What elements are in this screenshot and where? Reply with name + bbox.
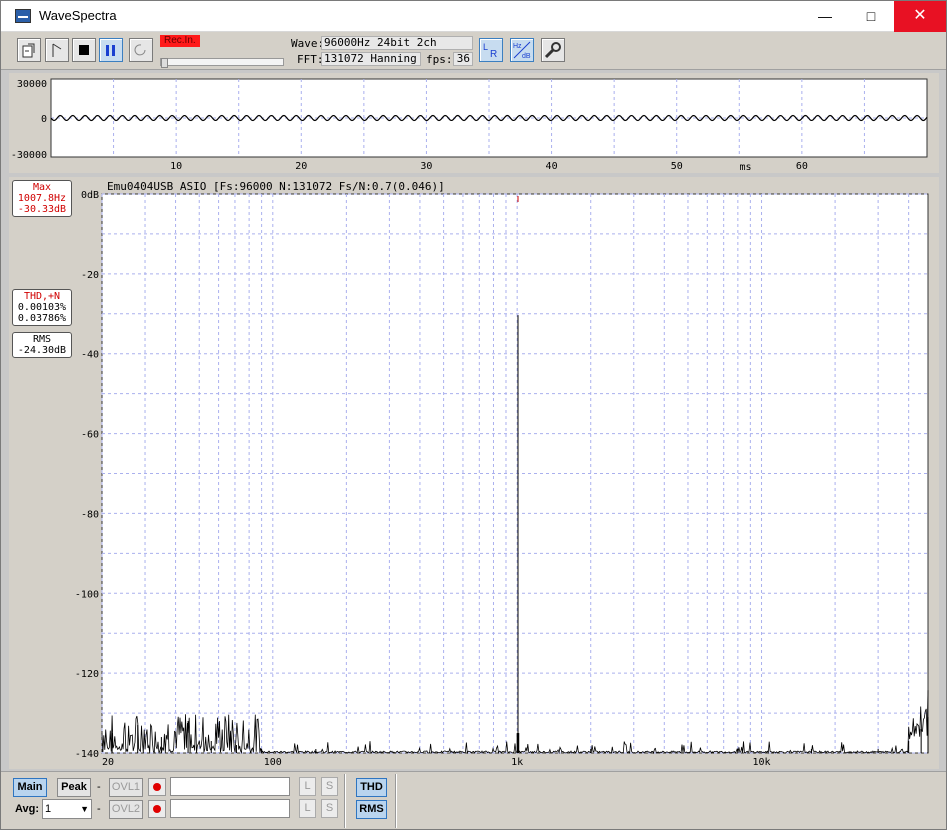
waveform-plot: 30000 0 -30000 10 20 30 40 50 60 ms — [9, 73, 939, 173]
spectrum-x-tick-label: 100 — [264, 757, 282, 768]
loop-button[interactable] — [129, 38, 153, 62]
rms-value: -24.30dB — [17, 345, 67, 356]
settings-button[interactable] — [541, 38, 565, 62]
hz-db-scale-icon: Hz dB — [513, 41, 531, 60]
scope-x-tick-label: 60 — [796, 161, 808, 172]
svg-text:Hz: Hz — [513, 43, 522, 50]
spectrum-x-tick-label: 20 — [102, 757, 114, 768]
max-title: Max — [32, 182, 52, 193]
fps-label: fps: — [426, 53, 453, 66]
open-file-button[interactable] — [17, 38, 41, 62]
max-frequency: 1007.8Hz — [17, 193, 67, 204]
ovl1-save-button[interactable]: S — [321, 777, 338, 796]
spectrum-y-tick-label: -120 — [75, 669, 99, 680]
ovl1-button[interactable]: OVL1 — [109, 778, 143, 797]
thd-readout: THD,+N 0.00103% 0.03786% — [12, 289, 72, 326]
fft-label: FFT: — [297, 53, 324, 66]
rec-input-badge: Rec.In. — [160, 35, 200, 47]
spectrum-y-tick-label: -60 — [81, 430, 99, 441]
scope-x-tick-label: 10 — [170, 161, 182, 172]
avg-select[interactable]: 1 ▼ — [42, 799, 92, 819]
spectrum-y-tick-label: -100 — [75, 589, 99, 600]
dash-separator: - — [97, 781, 101, 793]
peak-button[interactable]: Peak — [57, 778, 91, 797]
spectrum-chart: 0dB -20 -40 -60 -80 -100 -120 -14020 100 1k 10k — [9, 177, 939, 769]
pause-icon — [106, 45, 115, 56]
lr-channel-icon: L R — [483, 42, 497, 60]
rms-button[interactable]: RMS — [356, 800, 387, 819]
ovl1-record-button[interactable] — [148, 778, 166, 796]
dash-separator-2: - — [97, 803, 101, 815]
scope-x-tick-label: 30 — [420, 161, 432, 172]
toolbar: Rec.In. Wave: 96000Hz 24bit 2ch FFT: 131… — [1, 32, 946, 70]
wrench-icon — [544, 42, 561, 59]
thd-value: 0.00103% — [17, 302, 67, 313]
stop-icon — [79, 45, 89, 55]
spectrum-x-tick-label: 10k — [752, 757, 770, 768]
wave-format-value: 96000Hz 24bit 2ch — [321, 36, 473, 50]
fps-value: 36 — [453, 52, 473, 66]
svg-text:dB: dB — [522, 53, 531, 60]
stop-button[interactable] — [72, 38, 96, 62]
ovl2-load-button[interactable]: L — [299, 799, 316, 818]
minimize-button[interactable]: — — [802, 1, 848, 32]
svg-text:R: R — [490, 49, 497, 60]
scope-x-tick-label: 40 — [546, 161, 558, 172]
record-level-slider[interactable] — [160, 58, 284, 68]
ovl2-button[interactable]: OVL2 — [109, 800, 143, 819]
window-title: WaveSpectra — [39, 8, 117, 23]
hz-db-scale-button[interactable]: Hz dB — [510, 38, 534, 62]
max-level: -30.33dB — [17, 204, 67, 215]
spectrum-x-tick-label: 1k — [511, 757, 523, 768]
open-file-icon — [22, 43, 35, 58]
play-icon — [52, 43, 62, 57]
spectrum-y-tick-label: -80 — [81, 509, 99, 520]
spectrum-y-tick-label: -140 — [75, 749, 99, 760]
title-bar: WaveSpectra — □ ✕ — [1, 1, 946, 32]
rms-readout: RMS -24.30dB — [12, 332, 72, 358]
waveform-scope: 30000 0 -30000 10 20 30 40 50 60 ms — [9, 73, 939, 173]
scope-x-tick-label: 20 — [295, 161, 307, 172]
ovl1-load-button[interactable]: L — [299, 777, 316, 796]
play-button[interactable] — [45, 38, 69, 62]
avg-value: 1 — [45, 803, 52, 815]
thd-button[interactable]: THD — [356, 778, 387, 797]
scope-y-tick-label: 0 — [41, 114, 47, 125]
fft-setting-value: 131072 Hanning — [321, 52, 421, 66]
bottom-controls: Main Peak - OVL1 L S Avg: 1 ▼ - OVL2 L S… — [1, 771, 946, 829]
ovl2-record-button[interactable] — [148, 800, 166, 818]
scope-x-tick-label: 50 — [671, 161, 683, 172]
ovl2-field[interactable] — [170, 799, 290, 818]
close-button[interactable]: ✕ — [894, 1, 946, 32]
chevron-down-icon: ▼ — [80, 804, 89, 814]
ovl2-save-button[interactable]: S — [321, 799, 338, 818]
app-icon — [15, 9, 31, 23]
lr-channel-button[interactable]: L R — [479, 38, 503, 62]
app-window: WaveSpectra — □ ✕ Rec.In. Wave: 96000Hz … — [0, 0, 947, 830]
maximize-button[interactable]: □ — [848, 1, 894, 32]
bottom-divider — [344, 774, 346, 828]
scope-y-tick-label: -30000 — [11, 150, 47, 161]
spectrum-panel: 0dB -20 -40 -60 -80 -100 -120 -140 20 100 1k 10k Em… — [9, 177, 939, 769]
wave-label: Wave: — [291, 37, 325, 50]
ovl1-field[interactable] — [170, 777, 290, 796]
bottom-divider-2 — [395, 774, 397, 828]
svg-text:L: L — [483, 42, 488, 52]
scope-x-unit: ms — [740, 162, 752, 173]
spectrum-caption: Emu0404USB ASIO [Fs:96000 N:131072 Fs/N:… — [107, 180, 445, 193]
pause-button[interactable] — [99, 38, 123, 62]
thdn-value: 0.03786% — [17, 313, 67, 324]
rms-title: RMS — [32, 334, 52, 345]
main-button[interactable]: Main — [13, 778, 47, 797]
spectrum-y-tick-label: -20 — [81, 270, 99, 281]
max-readout: Max 1007.8Hz -30.33dB — [12, 180, 72, 217]
spectrum-y-tick-label: 0dB — [81, 190, 99, 201]
scope-y-tick-label: 30000 — [17, 79, 47, 90]
spectrum-y-tick-label: -40 — [81, 350, 99, 361]
loop-icon — [134, 44, 146, 56]
thd-title: THD,+N — [23, 291, 61, 302]
avg-label: Avg: — [15, 803, 40, 815]
